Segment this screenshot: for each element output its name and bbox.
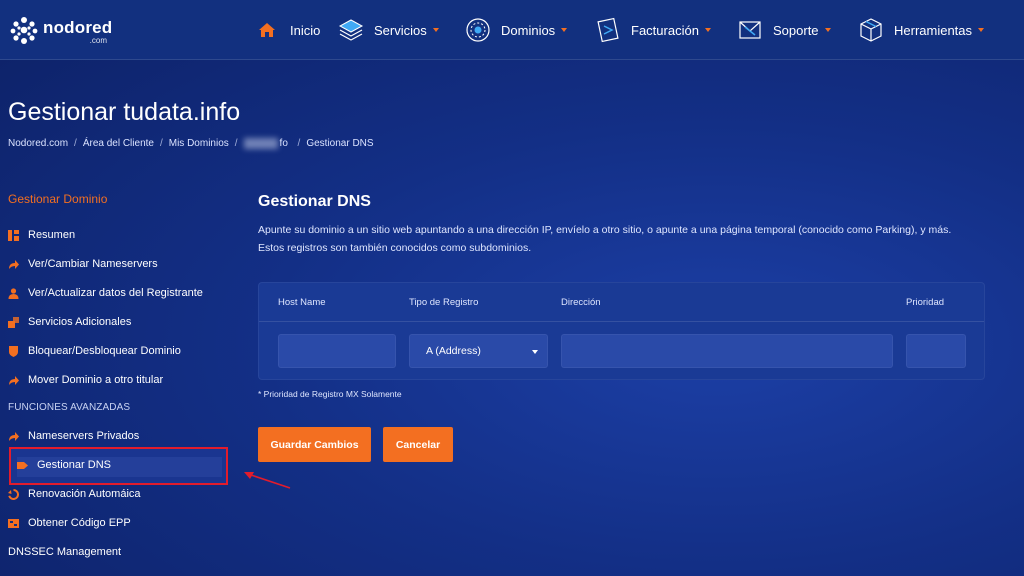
sidebar-item-nameservers-privados[interactable]: Nameservers Privados [8, 426, 139, 446]
column-header-priority: Prioridad [906, 297, 945, 308]
sidebar-item-label: Ver/Actualizar datos del Registrante [28, 287, 203, 299]
support-icon [737, 17, 763, 43]
record-type-select[interactable]: A (Address) [409, 334, 548, 368]
breadcrumb-current: Gestionar DNS [306, 138, 374, 149]
description-line: Estos registros son también conocidos co… [258, 242, 532, 254]
sidebar-item-label: Resumen [28, 229, 76, 241]
breadcrumb-client-area[interactable]: Área del Cliente [83, 138, 154, 149]
summary-icon [8, 229, 19, 241]
user-icon [8, 287, 19, 299]
breadcrumb-separator: / [297, 138, 301, 149]
logo-icon [10, 17, 38, 44]
globe-icon [465, 17, 491, 43]
nav-label-soporte: Soporte [773, 22, 819, 38]
sidebar-item-resumen[interactable]: Resumen [8, 225, 75, 245]
chevron-down-icon [432, 28, 439, 32]
nav-label-herramientas: Herramientas [894, 22, 973, 38]
address-input[interactable] [561, 334, 893, 368]
sidebar-item-renovacion[interactable]: Renovación Automáica [8, 484, 141, 504]
nav-label-inicio: Inicio [290, 22, 321, 38]
sidebar-item-label: Bloquear/Desbloquear Dominio [28, 345, 181, 357]
dns-records-table: Host Name Tipo de Registro Dirección Pri… [258, 282, 985, 380]
breadcrumb-home[interactable]: Nodored.com [8, 138, 68, 149]
breadcrumb-separator: / [159, 138, 163, 149]
brand-logo[interactable]: nodored .com [8, 12, 113, 48]
section-description: Apunte su dominio a un sitio web apuntan… [258, 221, 998, 257]
sidebar-item-label: DNSSEC Management [8, 546, 122, 558]
record-type-value: A (Address) [426, 345, 481, 357]
breadcrumb: Nodored.com / Área del Cliente / Mis Dom… [8, 138, 374, 149]
sidebar-item-servicios-adicionales[interactable]: Servicios Adicionales [8, 312, 131, 332]
cancel-button[interactable]: Cancelar [383, 427, 453, 462]
breadcrumb-separator: / [234, 138, 238, 149]
home-icon [254, 17, 280, 43]
breadcrumb-domain-visible: fo [279, 138, 288, 149]
sidebar-item-gestionar-dns[interactable]: Gestionar DNS [17, 455, 111, 475]
redacted-text [243, 138, 278, 149]
sidebar-item-label: Servicios Adicionales [28, 316, 132, 328]
sidebar-item-bloquear[interactable]: Bloquear/Desbloquear Dominio [8, 341, 181, 361]
sidebar-item-label: Ver/Cambiar Nameservers [28, 258, 158, 270]
invoice-icon [595, 17, 621, 43]
host-name-input[interactable] [278, 334, 396, 368]
sidebar-item-codigo-epp[interactable]: Obtener Código EPP [8, 513, 131, 533]
sidebar-item-nameservers[interactable]: Ver/Cambiar Nameservers [8, 254, 158, 274]
mx-priority-note: * Prioridad de Registro MX Solamente [258, 389, 402, 399]
nav-herramientas[interactable]: Herramientas [858, 14, 985, 46]
sidebar-item-label: Mover Dominio a otro titular [28, 374, 164, 386]
divider [259, 321, 984, 322]
sidebar-item-label: Nameservers Privados [28, 430, 140, 442]
breadcrumb-domain[interactable]: fo [243, 138, 292, 149]
priority-input[interactable] [906, 334, 966, 368]
refresh-icon [8, 488, 19, 500]
breadcrumb-separator: / [74, 138, 77, 149]
sidebar-item-label: Renovación Automáica [28, 488, 141, 500]
sidebar-section-heading: FUNCIONES AVANZADAS [8, 402, 131, 413]
column-header-host: Host Name [278, 297, 326, 308]
nav-label-facturacion: Facturación [631, 22, 699, 38]
brand-domain: .com [89, 36, 107, 45]
shield-icon [8, 345, 19, 357]
sidebar-item-registrante[interactable]: Ver/Actualizar datos del Registrante [8, 283, 203, 303]
chevron-down-icon [532, 350, 538, 354]
section-title: Gestionar DNS [258, 193, 371, 210]
chevron-down-icon [704, 28, 711, 32]
sidebar-item-label: Obtener Código EPP [28, 517, 131, 529]
brand-name: nodored [43, 18, 113, 37]
layers-icon [338, 17, 364, 43]
nav-soporte[interactable]: Soporte [737, 14, 831, 46]
nav-dominios[interactable]: Dominios [465, 14, 568, 46]
sidebar-item-label: Gestionar DNS [37, 459, 111, 471]
save-changes-button[interactable]: Guardar Cambios [258, 427, 371, 462]
sidebar-item-dnssec[interactable]: DNSSEC Management [8, 542, 121, 562]
addons-icon [8, 316, 19, 328]
breadcrumb-my-domains[interactable]: Mis Dominios [169, 138, 229, 149]
nav-label-servicios: Servicios [374, 22, 427, 38]
nav-label-dominios: Dominios [501, 22, 556, 38]
arrow-icon [8, 431, 19, 442]
box-icon [858, 17, 884, 43]
arrow-icon [8, 259, 19, 270]
column-header-type: Tipo de Registro [409, 297, 479, 308]
chevron-down-icon [978, 28, 985, 32]
top-navbar: nodored .com Inicio Servicios Dominios F… [0, 0, 1024, 60]
nav-servicios[interactable]: Servicios [338, 14, 439, 46]
nav-facturacion[interactable]: Facturación [595, 14, 711, 46]
annotation-arrow-icon [244, 472, 291, 489]
nav-inicio[interactable]: Inicio [254, 14, 320, 46]
tag-icon [17, 460, 28, 471]
chevron-down-icon [824, 28, 831, 32]
description-line: Apunte su dominio a un sitio web apuntan… [258, 224, 952, 236]
column-header-address: Dirección [561, 297, 601, 308]
arrow-icon [8, 375, 19, 386]
page-title: Gestionar tudata.info [8, 98, 241, 126]
code-icon [8, 518, 19, 529]
sidebar-heading: Gestionar Dominio [8, 192, 108, 206]
chevron-down-icon [561, 28, 568, 32]
sidebar-item-mover-dominio[interactable]: Mover Dominio a otro titular [8, 370, 163, 390]
